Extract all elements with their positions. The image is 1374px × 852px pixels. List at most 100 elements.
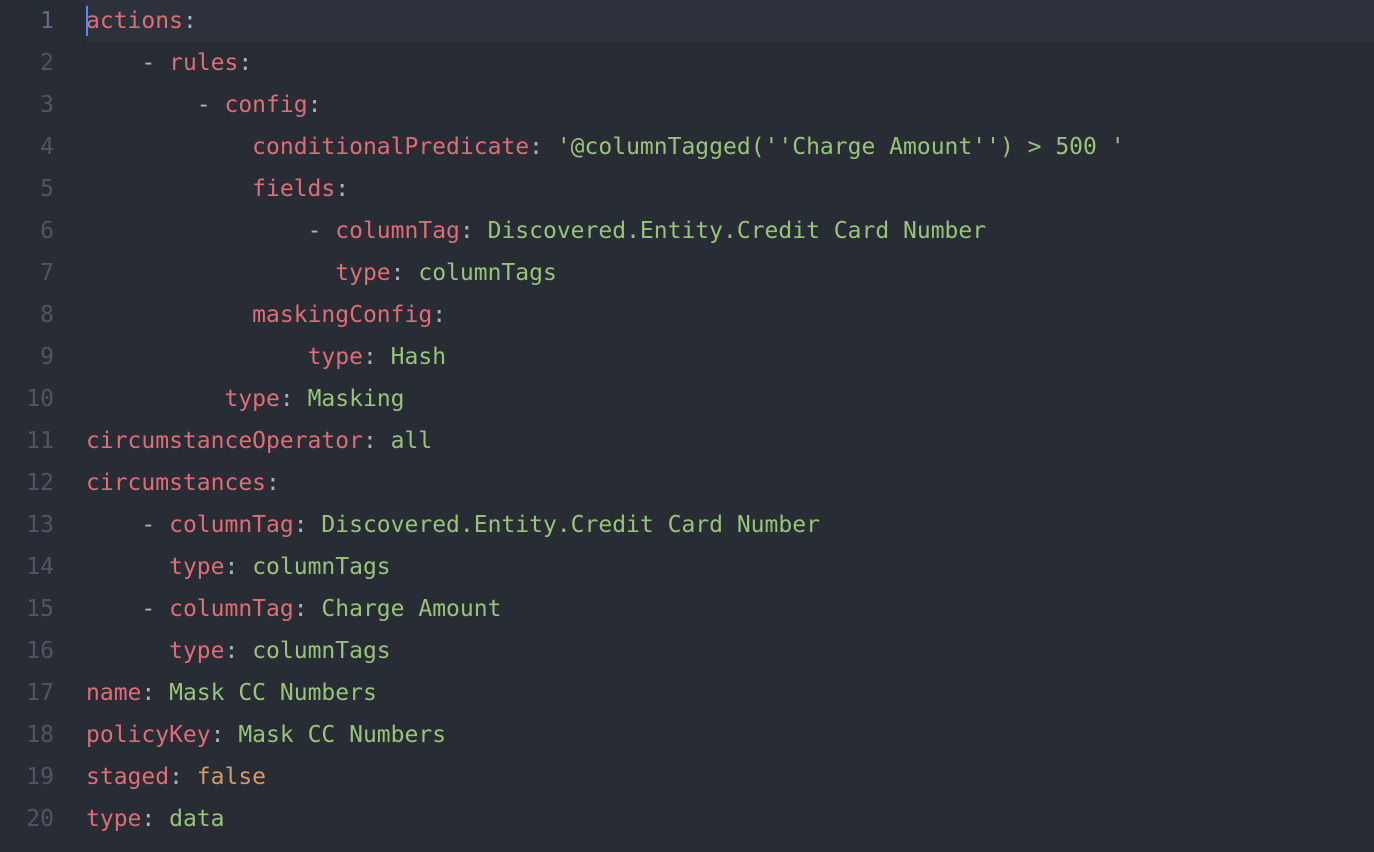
line-number: 12 [0, 462, 54, 504]
yaml-key: type [308, 344, 363, 370]
yaml-key: type [335, 260, 390, 286]
yaml-value: Discovered.Entity.Credit Card Number [321, 512, 820, 538]
line-number: 4 [0, 126, 54, 168]
yaml-key: staged [86, 764, 169, 790]
code-line[interactable]: fields: [86, 168, 1374, 210]
code-line[interactable]: staged: false [86, 756, 1374, 798]
yaml-key: rules [169, 50, 238, 76]
code-line[interactable]: - columnTag: Discovered.Entity.Credit Ca… [86, 210, 1374, 252]
yaml-dash: - [141, 512, 169, 538]
code-line[interactable]: type: columnTags [86, 546, 1374, 588]
line-number: 13 [0, 504, 54, 546]
yaml-value: all [391, 428, 433, 454]
line-number: 16 [0, 630, 54, 672]
yaml-indent [86, 302, 252, 328]
yaml-key: type [86, 806, 141, 832]
yaml-value: data [169, 806, 224, 832]
yaml-value: Hash [391, 344, 446, 370]
code-content[interactable]: actions: - rules: - config: conditionalP… [78, 0, 1374, 852]
yaml-dash: - [197, 92, 225, 118]
yaml-bool: false [197, 764, 266, 790]
line-number: 3 [0, 84, 54, 126]
line-number: 17 [0, 672, 54, 714]
yaml-dash: - [141, 596, 169, 622]
code-line[interactable]: circumstances: [86, 462, 1374, 504]
yaml-colon: : [280, 386, 308, 412]
code-line[interactable]: - columnTag: Charge Amount [86, 588, 1374, 630]
yaml-key: maskingConfig [252, 302, 432, 328]
code-line[interactable]: type: columnTags [86, 252, 1374, 294]
yaml-dash: - [141, 50, 169, 76]
yaml-key: fields [252, 176, 335, 202]
yaml-colon: : [335, 176, 349, 202]
code-line[interactable]: type: columnTags [86, 630, 1374, 672]
yaml-indent [86, 218, 308, 244]
yaml-value: columnTags [252, 638, 390, 664]
line-number-gutter: 1 2 3 4 5 6 7 8 9 10 11 12 13 14 15 16 1… [0, 0, 78, 852]
yaml-indent [86, 50, 141, 76]
code-line[interactable]: type: data [86, 798, 1374, 840]
line-number: 9 [0, 336, 54, 378]
yaml-value: Charge Amount [321, 596, 501, 622]
line-number: 8 [0, 294, 54, 336]
line-number: 7 [0, 252, 54, 294]
yaml-colon: : [391, 260, 419, 286]
yaml-value: Discovered.Entity.Credit Card Number [488, 218, 987, 244]
yaml-colon: : [266, 470, 280, 496]
line-number: 5 [0, 168, 54, 210]
code-line[interactable]: type: Masking [86, 378, 1374, 420]
yaml-key: actions [86, 8, 183, 34]
yaml-indent [86, 512, 141, 538]
line-number: 6 [0, 210, 54, 252]
code-line[interactable]: circumstanceOperator: all [86, 420, 1374, 462]
code-line[interactable]: - columnTag: Discovered.Entity.Credit Ca… [86, 504, 1374, 546]
code-line[interactable]: name: Mask CC Numbers [86, 672, 1374, 714]
yaml-colon: : [363, 428, 391, 454]
yaml-indent [86, 638, 169, 664]
line-number: 19 [0, 756, 54, 798]
code-line[interactable]: - config: [86, 84, 1374, 126]
yaml-colon: : [224, 638, 252, 664]
yaml-key: name [86, 680, 141, 706]
yaml-colon: : [211, 722, 239, 748]
code-line[interactable]: maskingConfig: [86, 294, 1374, 336]
line-number: 20 [0, 798, 54, 840]
yaml-indent [86, 176, 252, 202]
yaml-colon: : [529, 134, 557, 160]
yaml-key: type [169, 554, 224, 580]
yaml-key: circumstanceOperator [86, 428, 363, 454]
yaml-value: columnTags [418, 260, 556, 286]
yaml-indent [86, 260, 335, 286]
yaml-colon: : [224, 554, 252, 580]
yaml-colon: : [238, 50, 252, 76]
yaml-indent [86, 596, 141, 622]
line-number: 2 [0, 42, 54, 84]
yaml-indent [86, 344, 308, 370]
yaml-colon: : [169, 764, 197, 790]
yaml-colon: : [294, 596, 322, 622]
code-editor[interactable]: 1 2 3 4 5 6 7 8 9 10 11 12 13 14 15 16 1… [0, 0, 1374, 852]
code-line[interactable]: - rules: [86, 42, 1374, 84]
code-line[interactable]: type: Hash [86, 336, 1374, 378]
yaml-indent [86, 386, 224, 412]
line-number: 11 [0, 420, 54, 462]
yaml-colon: : [432, 302, 446, 328]
yaml-dash: - [308, 218, 336, 244]
yaml-colon: : [308, 92, 322, 118]
line-number: 15 [0, 588, 54, 630]
yaml-key: columnTag [169, 596, 294, 622]
yaml-string: '@columnTagged(''Charge Amount'') > 500 … [557, 134, 1125, 160]
yaml-colon: : [183, 8, 197, 34]
yaml-key: type [169, 638, 224, 664]
yaml-key: circumstances [86, 470, 266, 496]
line-number: 14 [0, 546, 54, 588]
yaml-colon: : [141, 680, 169, 706]
yaml-indent [86, 92, 197, 118]
code-line[interactable]: policyKey: Mask CC Numbers [86, 714, 1374, 756]
code-line[interactable]: conditionalPredicate: '@columnTagged(''C… [86, 126, 1374, 168]
yaml-indent [86, 134, 252, 160]
line-number: 1 [0, 0, 54, 42]
yaml-value: columnTags [252, 554, 390, 580]
code-line[interactable]: actions: [86, 0, 1374, 42]
yaml-key: columnTag [335, 218, 460, 244]
